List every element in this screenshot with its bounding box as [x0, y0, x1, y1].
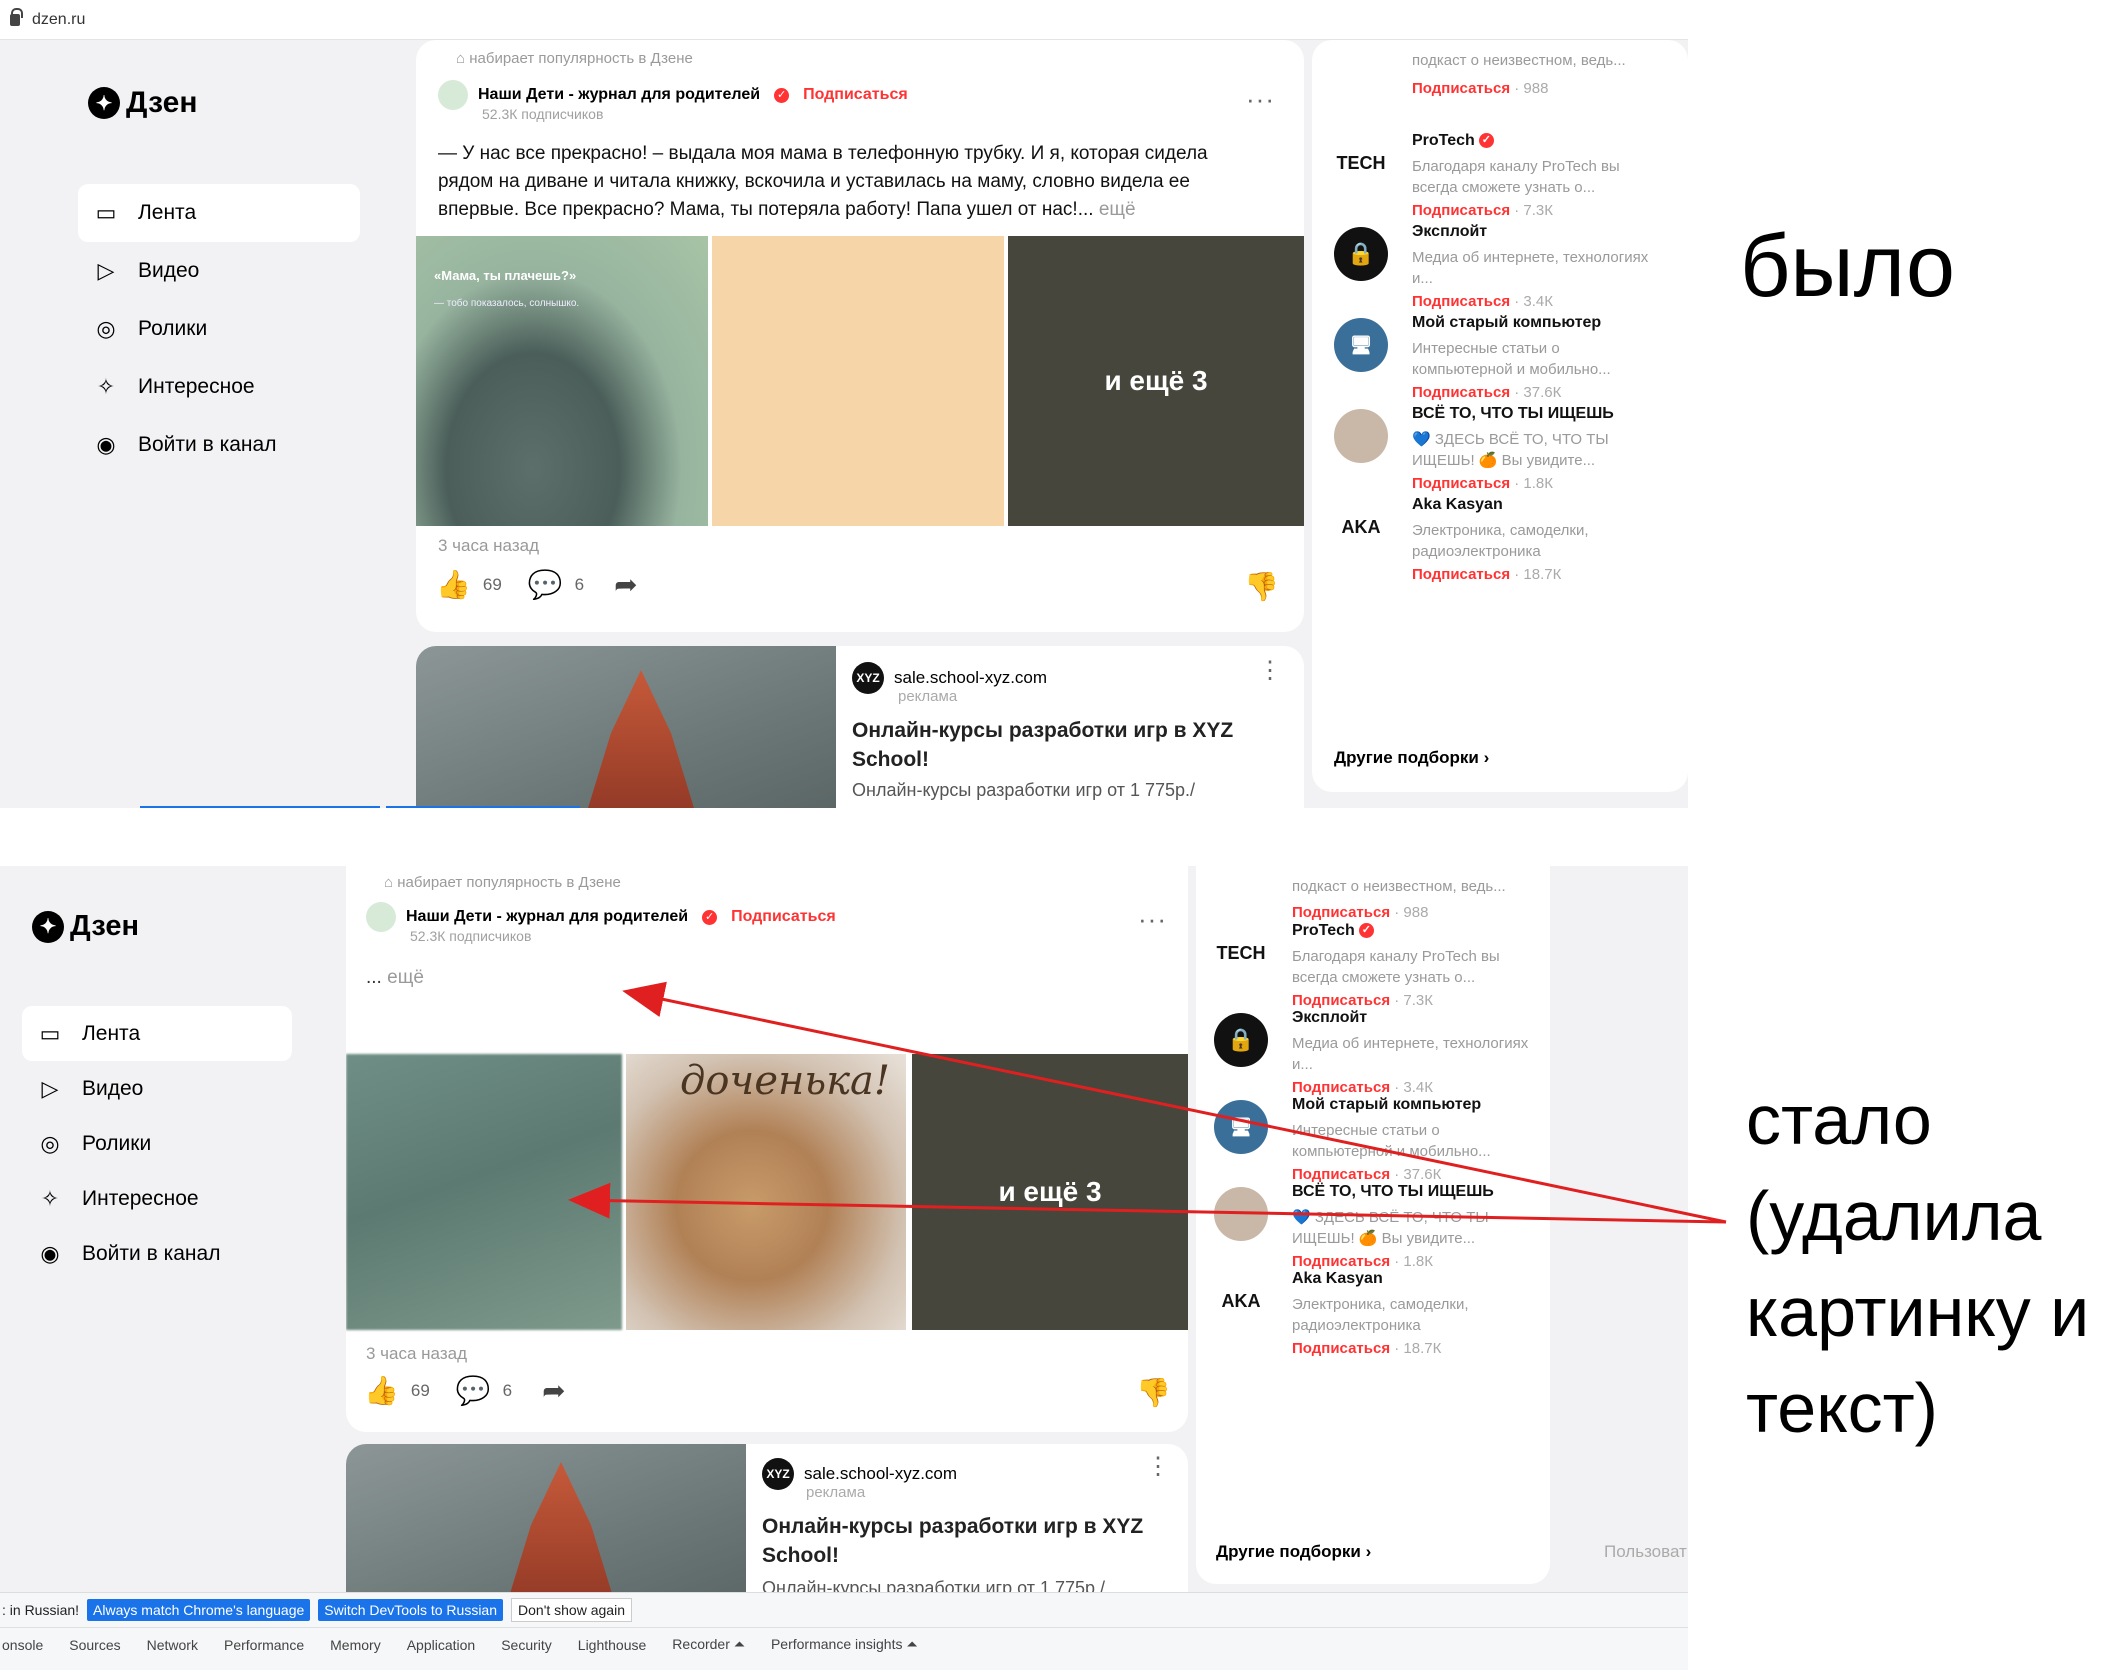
devtools-tab[interactable]: Performance [224, 1637, 304, 1653]
match-language-button[interactable]: Always match Chrome's language [87, 1599, 311, 1621]
devtools-tab[interactable]: Sources [69, 1637, 120, 1653]
devtools-panel: : in Russian! Always match Chrome's lang… [0, 1592, 1688, 1670]
devtools-tab[interactable]: Lighthouse [578, 1637, 647, 1653]
after-label: стало (удалила картинку и текст) [1746, 1081, 2090, 1447]
arrow-to-image [568, 1182, 1727, 1224]
devtools-tab[interactable]: Recorder ⏶ [672, 1636, 745, 1653]
dismiss-button[interactable]: Don't show again [511, 1598, 632, 1622]
devtools-tab[interactable]: Application [407, 1637, 476, 1653]
devtools-tab[interactable]: Performance insights ⏶ [771, 1636, 918, 1653]
devtools-tabs: onsole Sources Network Performance Memory App… [0, 1627, 1688, 1661]
devtools-tab[interactable]: Network [147, 1637, 198, 1653]
devtools-tab[interactable]: Security [501, 1637, 552, 1653]
devtools-language-banner: : in Russian! Always match Chrome's lang… [0, 1593, 1688, 1627]
switch-language-button[interactable]: Switch DevTools to Russian [318, 1599, 504, 1621]
devtools-tab[interactable]: onsole [2, 1637, 43, 1653]
devtools-tab[interactable]: Memory [330, 1637, 381, 1653]
arrow-to-text [622, 981, 1727, 1224]
